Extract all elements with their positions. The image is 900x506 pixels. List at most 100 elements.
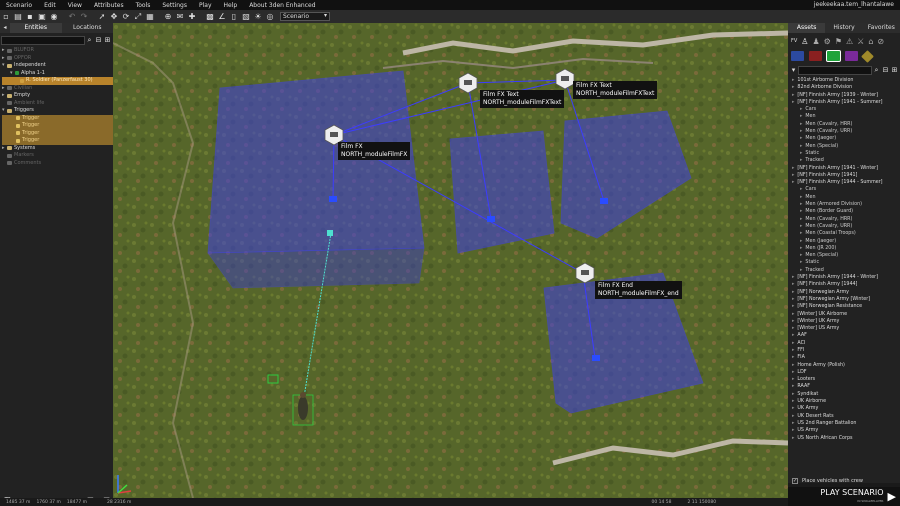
expand-arrow-icon[interactable]: ▸ [792, 275, 794, 280]
asset-subcategory[interactable]: ▸ Cars [792, 106, 900, 113]
props-icon[interactable]: ⌂ [868, 37, 873, 46]
asset-subcategory[interactable]: ▸ Static [792, 150, 900, 157]
expand-arrow-icon[interactable]: ▸ [792, 78, 794, 83]
trigger-zone-film-fx[interactable] [207, 70, 425, 289]
asset-faction[interactable]: ▸ UK Desert Rats [792, 413, 900, 420]
expand-arrow-icon[interactable]: ▸ [792, 312, 794, 317]
asset-faction[interactable]: ▸ [NF] Norwegian Resistance [792, 303, 900, 310]
tree-item-trigger[interactable]: Trigger [2, 129, 113, 137]
tab-locations[interactable]: Locations [62, 23, 114, 33]
place-vehicles-with-crew[interactable]: ✓ Place vehicles with crew [788, 475, 900, 487]
asset-faction[interactable]: ▸ [Winter] UK Army [792, 318, 900, 325]
asset-faction[interactable]: ▸ LDF [792, 369, 900, 376]
expand-arrow-icon[interactable]: ▸ [800, 114, 802, 119]
tab-favorites[interactable]: Favorites [863, 23, 900, 33]
asset-faction[interactable]: ▸ FFI [792, 347, 900, 354]
tree-item-trigger[interactable]: Trigger [2, 122, 113, 130]
asset-faction[interactable]: ▸ [NF] Finnish Army [1944 - Summer] [792, 179, 900, 186]
side-opfor-icon[interactable] [809, 51, 822, 61]
eye-icon[interactable]: ◎ [265, 12, 275, 22]
unit-waypoint-marker[interactable] [327, 230, 333, 236]
asset-faction[interactable]: ▸ UK Airborne [792, 398, 900, 405]
menu-play[interactable]: Play [193, 2, 218, 9]
asset-subcategory[interactable]: ▸ Men (Special) [792, 252, 900, 259]
asset-subcategory[interactable]: ▸ Men (JR 200) [792, 245, 900, 252]
save-icon[interactable]: ▪ [25, 12, 35, 22]
asset-faction[interactable]: ▸ US North African Corps [792, 435, 900, 442]
asset-subcategory[interactable]: ▸ Men [792, 194, 900, 201]
expand-arrow-icon[interactable]: ▸ [800, 209, 802, 214]
redo-icon[interactable]: ↷ [79, 12, 89, 22]
waypoints-icon[interactable]: ⚑ [835, 37, 842, 46]
asset-faction[interactable]: ▸ [Winter] UK Airborne [792, 311, 900, 318]
expand-arrow-icon[interactable]: ▸ [792, 414, 794, 419]
expand-arrow-icon[interactable]: ▸ [800, 122, 802, 127]
asset-faction[interactable]: ▸ Syndikat [792, 391, 900, 398]
side-empty-icon[interactable] [861, 49, 874, 63]
tree-item-trigger[interactable]: Trigger [2, 114, 113, 122]
mode-select[interactable]: Scenario [280, 12, 330, 21]
side-civilian-icon[interactable] [845, 51, 858, 61]
expand-arrow-icon[interactable]: ▸ [792, 348, 794, 353]
expand-arrow-icon[interactable]: ▸ [800, 202, 802, 207]
asset-subcategory[interactable]: ▸ Men (Cavalry, URR) [792, 128, 900, 135]
tree-item-ambient-life[interactable]: Ambient life [2, 100, 113, 108]
expand-arrow-icon[interactable]: ▸ [800, 187, 802, 192]
rotate-icon[interactable]: ⟳ [121, 12, 131, 22]
asset-faction[interactable]: ▸ [NF] Finnish Army [1941 - Summer] [792, 99, 900, 106]
tree-item-systems[interactable]: ▸ Systems [2, 145, 113, 153]
tab-assets[interactable]: Assets [788, 23, 826, 33]
expand-all-icon[interactable]: ⊞ [103, 36, 112, 44]
asset-faction[interactable]: ▸ [NF] Finnish Army [1939 - Winter] [792, 92, 900, 99]
side-independent-icon[interactable] [826, 50, 841, 62]
asset-subcategory[interactable]: ▸ Tracked [792, 157, 900, 164]
expand-arrow-icon[interactable]: ▸ [800, 107, 802, 112]
expand-arrow-icon[interactable]: ▸ [792, 341, 794, 346]
expand-arrow-icon[interactable]: ▸ [792, 100, 794, 105]
expand-arrow-icon[interactable]: ▸ [792, 173, 794, 178]
asset-faction[interactable]: ▸ AAF [792, 332, 900, 339]
menu-view[interactable]: View [62, 2, 88, 9]
asset-subcategory[interactable]: ▸ Men (Cavalry, HRR) [792, 121, 900, 128]
triggers-icon[interactable]: ⚔ [857, 37, 864, 46]
publish-icon[interactable]: ◉ [49, 12, 59, 22]
expand-arrow-icon[interactable]: ▸ [800, 224, 802, 229]
asset-faction[interactable]: ▸ Home Army (Polish) [792, 362, 900, 369]
new-file-icon[interactable]: ▫ [1, 12, 11, 22]
asset-faction[interactable]: ▸ [NF] Finnish Army [1944 - Winter] [792, 274, 900, 281]
asset-faction[interactable]: ▸ [NF] Norwegian Army [Winter] [792, 296, 900, 303]
expand-arrow-icon[interactable]: ▸ [792, 421, 794, 426]
snap-surface-icon[interactable]: ✉ [175, 12, 185, 22]
angle-icon[interactable]: ∠ [217, 12, 227, 22]
add-icon[interactable]: ✚ [187, 12, 197, 22]
trigger-marker-film-fx-text-1[interactable] [487, 216, 495, 222]
expand-arrow-icon[interactable]: ▸ [800, 195, 802, 200]
entity-search-input[interactable] [1, 35, 85, 45]
asset-subcategory[interactable]: ▸ Tracked [792, 267, 900, 274]
asset-faction[interactable]: ▸ US 2nd Ranger Battalion [792, 420, 900, 427]
asset-faction[interactable]: ▸ [NF] Finnish Army [1944] [792, 281, 900, 288]
expand-arrow-icon[interactable]: ▸ [800, 158, 802, 163]
expand-arrow-icon[interactable]: ▸ [792, 436, 794, 441]
menu-attributes[interactable]: Attributes [88, 2, 130, 9]
tab-entities[interactable]: Entities [10, 23, 62, 33]
menu-edit[interactable]: Edit [38, 2, 62, 9]
tree-item-triggers[interactable]: ▾ Triggers [2, 107, 113, 115]
search-icon[interactable]: ⌕ [872, 66, 881, 75]
terrain-scene[interactable] [113, 23, 788, 498]
expand-arrow-icon[interactable]: ▸ [800, 144, 802, 149]
asset-faction[interactable]: ▸ 101st Airborne Division [792, 77, 900, 84]
asset-faction[interactable]: ▸ [NF] Norwegian Army [792, 289, 900, 296]
clear-icon[interactable]: ⊘ [877, 37, 884, 46]
expand-arrow-icon[interactable]: ▸ [792, 392, 794, 397]
expand-arrow-icon[interactable]: ▸ [792, 290, 794, 295]
expand-arrow-icon[interactable]: ▸ [800, 268, 802, 273]
expand-arrow-icon[interactable]: ▸ [800, 129, 802, 134]
expand-arrow-icon[interactable]: ▸ [792, 428, 794, 433]
menu-tools[interactable]: Tools [130, 2, 157, 9]
asset-subcategory[interactable]: ▸ Men (Cavalry, URR) [792, 223, 900, 230]
side-blufor-icon[interactable] [791, 51, 804, 61]
expand-arrow-icon[interactable]: ▸ [792, 370, 794, 375]
tree-item-comments[interactable]: Comments [2, 160, 113, 168]
tree-item-independent[interactable]: ▾ Independent [2, 62, 113, 70]
